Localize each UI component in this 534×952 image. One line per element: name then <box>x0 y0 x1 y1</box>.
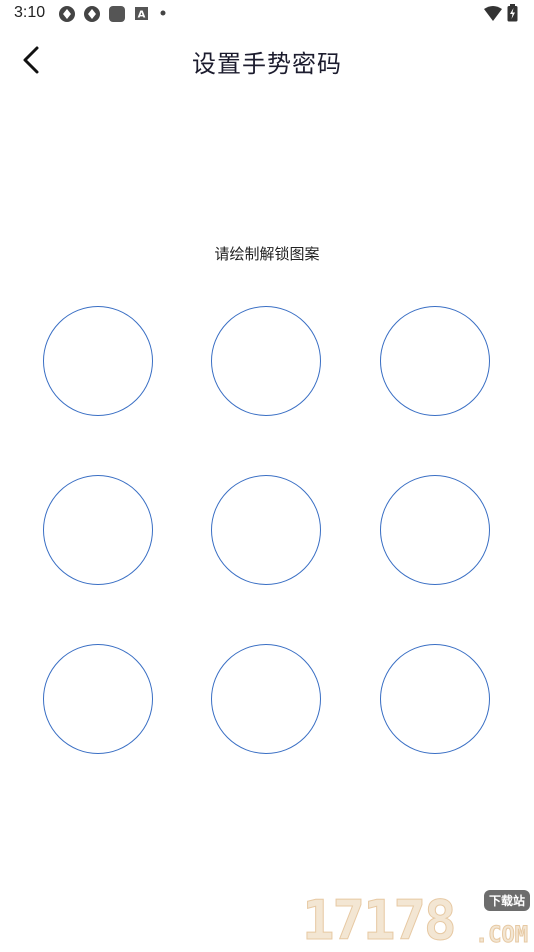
watermark-domain: .COM <box>475 923 529 949</box>
watermark-digits: 17178 <box>302 889 458 952</box>
watermark-logo: 17178 下载站 .COM <box>302 888 534 950</box>
pattern-lock-grid[interactable] <box>0 0 534 950</box>
pattern-dot-9[interactable] <box>380 644 490 754</box>
pattern-dot-4[interactable] <box>43 475 153 585</box>
pattern-dot-3[interactable] <box>380 306 490 416</box>
pattern-dot-6[interactable] <box>380 475 490 585</box>
pattern-dot-8[interactable] <box>211 644 321 754</box>
pattern-dot-1[interactable] <box>43 306 153 416</box>
pattern-dot-7[interactable] <box>43 644 153 754</box>
watermark-badge: 下载站 <box>483 890 530 911</box>
pattern-dot-5[interactable] <box>211 475 321 585</box>
pattern-dot-2[interactable] <box>211 306 321 416</box>
